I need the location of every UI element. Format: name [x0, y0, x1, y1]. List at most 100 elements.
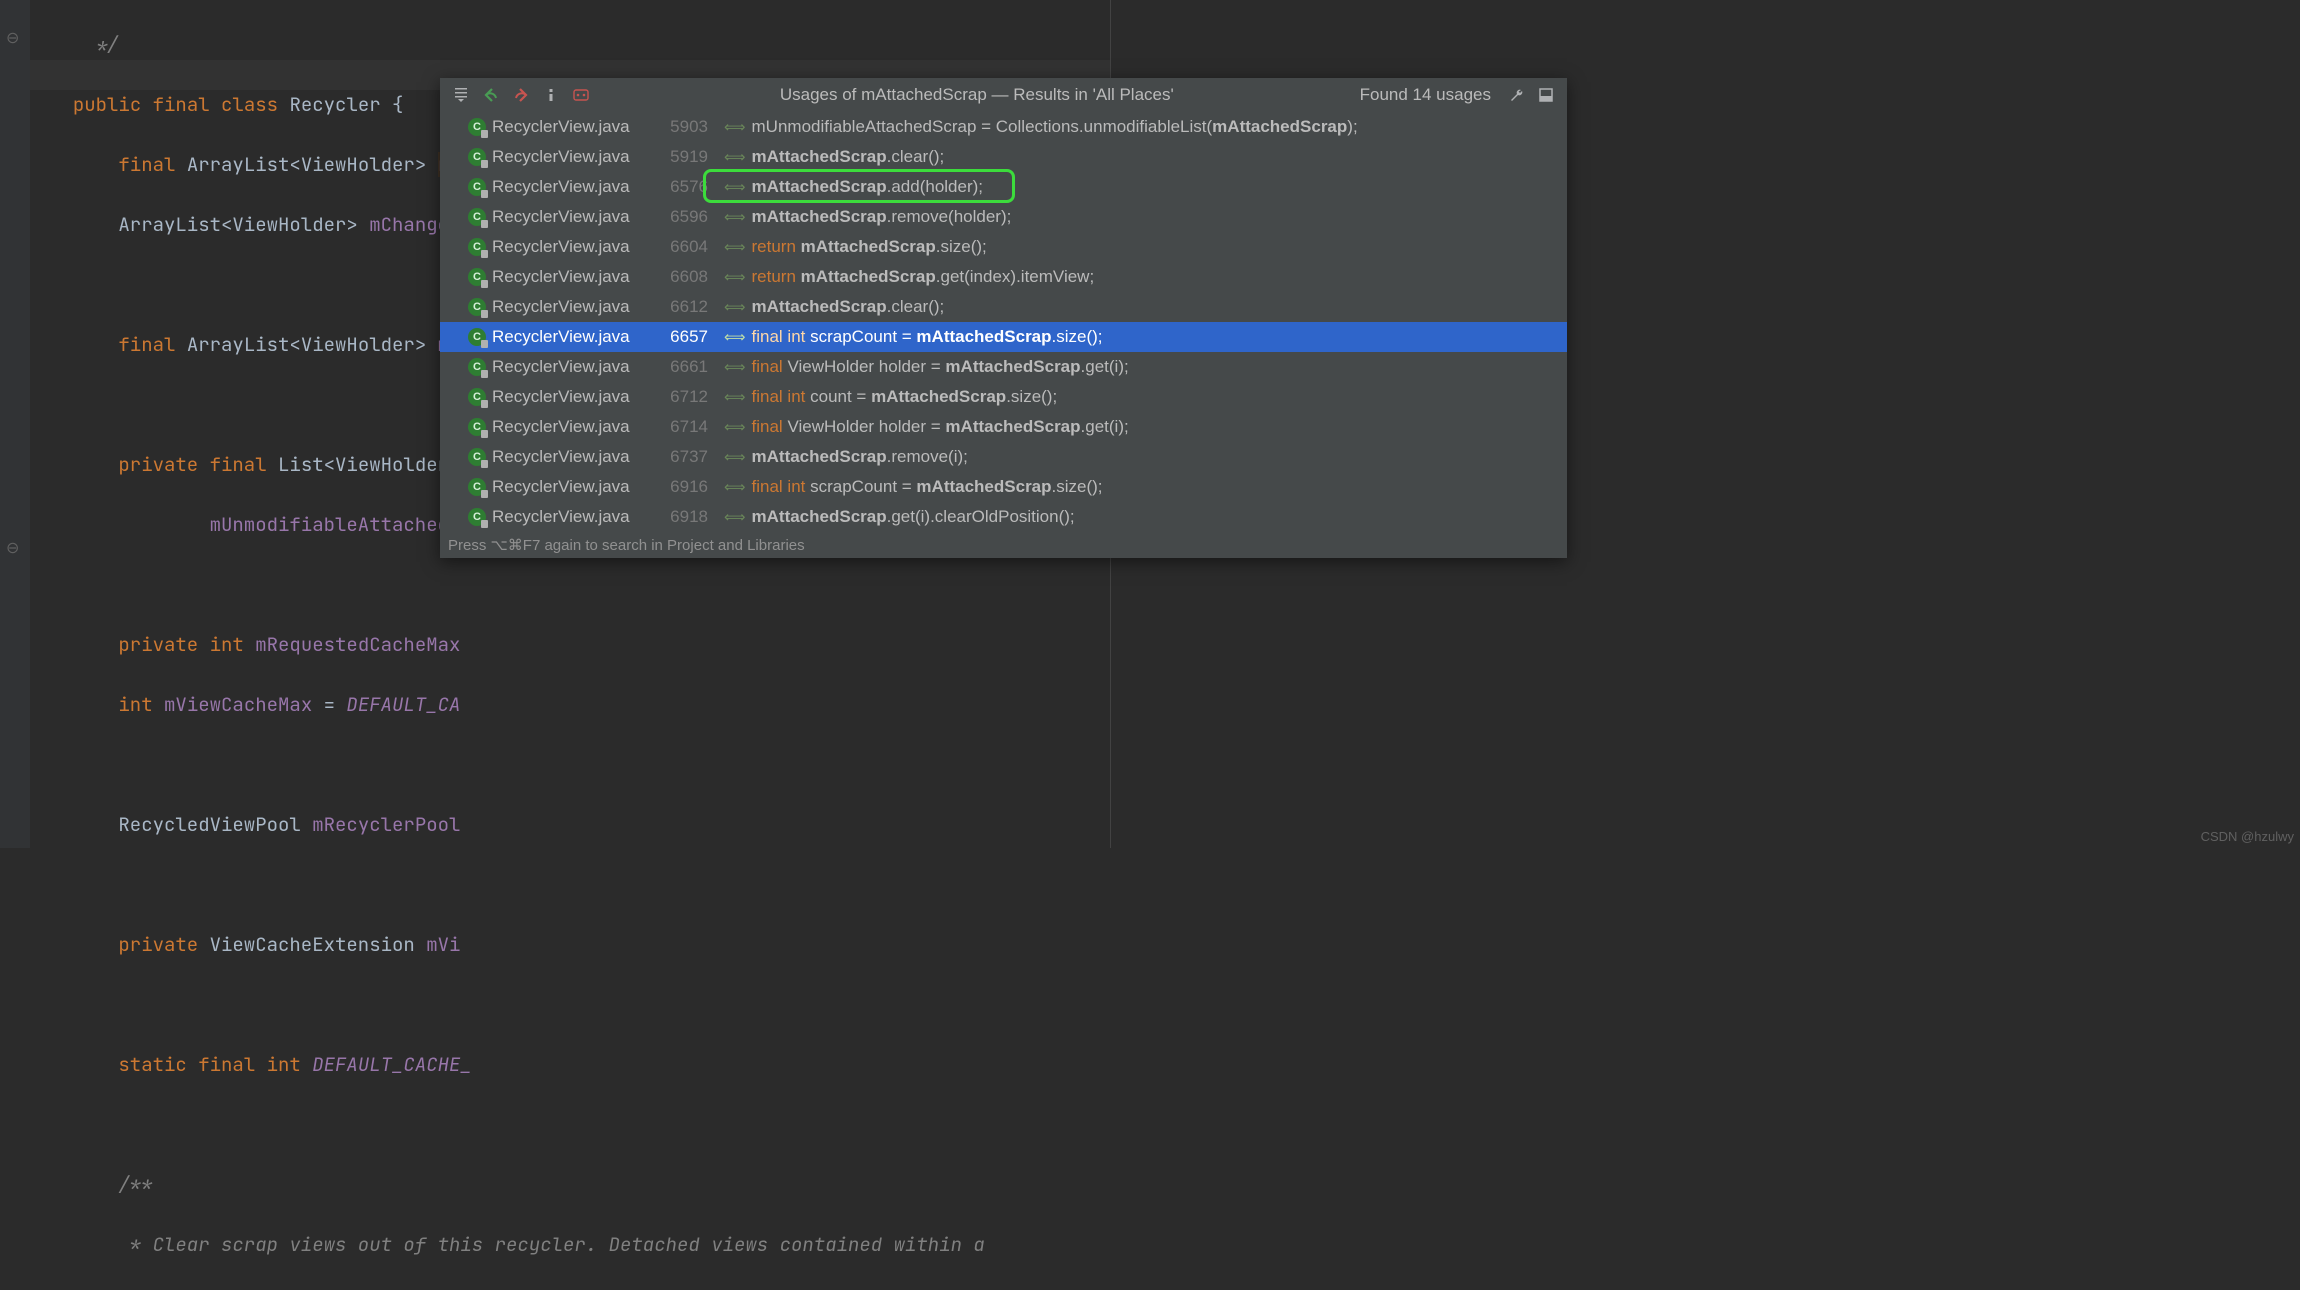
- read-write-icon: ⟺: [724, 268, 746, 286]
- field: mRecyclerPool: [312, 812, 460, 837]
- type: ArrayList<ViewHolder>: [187, 152, 438, 177]
- read-write-icon: ⟺: [724, 328, 746, 346]
- usage-row[interactable]: CRecyclerView.java6576⟺mAttachedScrap.ad…: [440, 172, 1567, 202]
- usage-row[interactable]: CRecyclerView.java6596⟺mAttachedScrap.re…: [440, 202, 1567, 232]
- java-class-icon: C: [468, 358, 486, 376]
- usage-file: RecyclerView.java: [492, 207, 647, 227]
- operator: =: [312, 692, 346, 717]
- keyword-private: private: [118, 932, 209, 957]
- keyword-int: int: [210, 632, 256, 657]
- usage-line-number: 6661: [653, 357, 708, 377]
- keyword-private: private: [118, 452, 209, 477]
- usage-code: return mAttachedScrap.size();: [752, 237, 987, 257]
- usage-row[interactable]: C RecyclerView.java 6661 ⟺ final ViewHolder …: [440, 352, 1567, 382]
- field: mVi: [426, 932, 460, 957]
- usage-row[interactable]: CRecyclerView.java6612⟺mAttachedScrap.cl…: [440, 292, 1567, 322]
- wrench-icon[interactable]: [1503, 82, 1529, 108]
- read-write-icon: ⟺: [724, 118, 746, 136]
- keyword-final: final: [210, 452, 278, 477]
- usage-code: return mAttachedScrap.get(index).itemVie…: [752, 267, 1095, 287]
- java-class-icon: C: [468, 178, 486, 196]
- usage-file: RecyclerView.java: [492, 237, 647, 257]
- usage-row[interactable]: CRecyclerView.java6916⟺final int scrapCo…: [440, 472, 1567, 502]
- keyword-final: final: [118, 152, 186, 177]
- keyword-class: class: [221, 92, 289, 117]
- type: ArrayList<ViewHolder>: [118, 212, 369, 237]
- usage-code: mUnmodifiableAttachedScrap = Collections…: [752, 117, 1358, 137]
- java-class-icon: C: [468, 508, 486, 526]
- keyword-private: private: [118, 632, 209, 657]
- usage-code: mAttachedScrap.clear();: [752, 147, 945, 167]
- usage-row[interactable]: CRecyclerView.java5919⟺mAttachedScrap.cl…: [440, 142, 1567, 172]
- keyword-final: final: [118, 332, 186, 357]
- usage-file: RecyclerView.java: [492, 507, 647, 527]
- comment: * Clear scrap views out of this recycler…: [118, 1232, 984, 1257]
- usage-line-number: 6916: [653, 477, 708, 497]
- usage-row[interactable]: CRecyclerView.java6737⟺mAttachedScrap.re…: [440, 442, 1567, 472]
- keyword-static: static: [118, 1052, 198, 1077]
- prev-occurrence-icon[interactable]: [478, 82, 504, 108]
- usage-row[interactable]: CRecyclerView.java6604⟺return mAttachedS…: [440, 232, 1567, 262]
- read-write-icon: ⟺: [724, 208, 746, 226]
- read-write-icon: ⟺: [724, 448, 746, 466]
- usage-file: RecyclerView.java: [492, 387, 647, 407]
- usage-line-number: 6576: [653, 177, 708, 197]
- usage-line-number: 6712: [653, 387, 708, 407]
- field: mUnmodifiableAttachedS: [210, 512, 461, 537]
- read-write-icon: ⟺: [724, 298, 746, 316]
- field: mRequestedCacheMax: [255, 632, 460, 657]
- usage-file: RecyclerView.java: [492, 297, 647, 317]
- usage-list: C RecyclerView.java 5903 ⟺ mUnmodifiableAtta…: [440, 112, 1567, 532]
- usage-code: final int scrapCount = mAttachedScrap.si…: [752, 327, 1103, 347]
- read-write-icon: ⟺: [724, 148, 746, 166]
- field: mViewCacheMax: [164, 692, 312, 717]
- usage-code: final int count = mAttachedScrap.size();: [752, 387, 1058, 407]
- usage-code: mAttachedScrap.get(i).clearOldPosition()…: [752, 507, 1075, 527]
- usage-line-number: 6657: [653, 327, 708, 347]
- java-class-icon: C: [468, 478, 486, 496]
- java-class-icon: C: [468, 448, 486, 466]
- comment: */: [50, 32, 118, 57]
- read-write-icon: ⟺: [724, 358, 746, 376]
- usage-line-number: 6596: [653, 207, 708, 227]
- info-icon[interactable]: [538, 82, 564, 108]
- usage-row[interactable]: CRecyclerView.java5903⟺mUnmodifiableAtta…: [440, 112, 1567, 142]
- brace: {: [392, 92, 403, 117]
- usage-code: mAttachedScrap.remove(i);: [752, 447, 968, 467]
- usage-code: mAttachedScrap.clear();: [752, 297, 945, 317]
- popup-footer-hint: Press ⌥⌘F7 again to search in Project an…: [440, 532, 1567, 558]
- usage-code: final int scrapCount = mAttachedScrap.si…: [752, 477, 1103, 497]
- usage-row[interactable]: CRecyclerView.java6608⟺return mAttachedS…: [440, 262, 1567, 292]
- keyword-public: public: [73, 92, 153, 117]
- usage-line-number: 6608: [653, 267, 708, 287]
- usage-line-number: 6714: [653, 417, 708, 437]
- usage-line-number: 5919: [653, 147, 708, 167]
- usage-file: RecyclerView.java: [492, 327, 647, 347]
- type: ArrayList<ViewHolder>: [187, 332, 438, 357]
- java-class-icon: C: [468, 238, 486, 256]
- usage-row[interactable]: CRecyclerView.java6714⟺final ViewHolder …: [440, 412, 1567, 442]
- usage-line-number: 6737: [653, 447, 708, 467]
- fold-mark[interactable]: ⊖: [6, 537, 19, 558]
- comment: /**: [118, 1172, 152, 1197]
- settings-icon[interactable]: [448, 82, 474, 108]
- usage-file: RecyclerView.java: [492, 267, 647, 287]
- usage-file: RecyclerView.java: [492, 417, 647, 437]
- popup-header: Usages of mAttachedScrap — Results in 'A…: [440, 78, 1567, 112]
- watermark: CSDN @hzulwy: [2201, 829, 2294, 844]
- fold-mark[interactable]: ⊖: [6, 27, 19, 48]
- usage-line-number: 5903: [653, 117, 708, 137]
- usage-line-number: 6612: [653, 297, 708, 317]
- java-class-icon: C: [468, 418, 486, 436]
- usage-row[interactable]: CRecyclerView.java6918⟺mAttachedScrap.ge…: [440, 502, 1567, 532]
- regex-icon[interactable]: [568, 82, 594, 108]
- open-in-tool-window-icon[interactable]: [1533, 82, 1559, 108]
- usage-row[interactable]: CRecyclerView.java6657⟺final int scrapCo…: [440, 322, 1567, 352]
- usage-file: RecyclerView.java: [492, 357, 647, 377]
- read-write-icon: ⟺: [724, 178, 746, 196]
- usage-row[interactable]: CRecyclerView.java6712⟺final int count =…: [440, 382, 1567, 412]
- usage-code: final ViewHolder holder = mAttachedScrap…: [752, 357, 1129, 377]
- read-write-icon: ⟺: [724, 238, 746, 256]
- usage-file: RecyclerView.java: [492, 147, 647, 167]
- next-occurrence-icon[interactable]: [508, 82, 534, 108]
